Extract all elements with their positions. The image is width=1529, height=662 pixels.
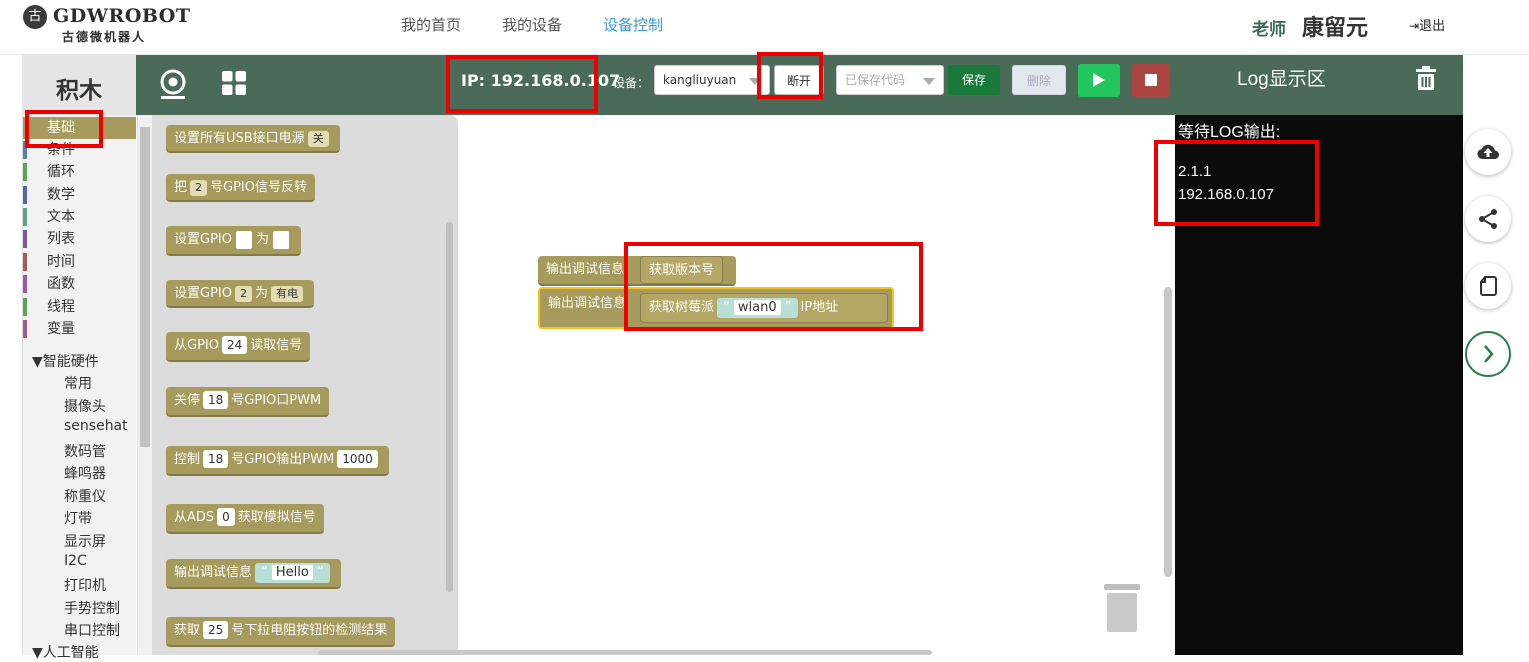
logout-link[interactable]: ⇥退出 bbox=[1409, 15, 1445, 34]
logo-icon: 古 bbox=[23, 5, 47, 29]
block-read-gpio[interactable]: 从GPIO 24 读取信号 bbox=[166, 332, 311, 362]
chevron-right-icon bbox=[1484, 345, 1494, 363]
annotation-box bbox=[446, 55, 598, 113]
workspace-hscrollbar[interactable] bbox=[318, 650, 932, 655]
device-select-value: kangliuyuan bbox=[663, 73, 737, 87]
logo-name: GDWROBOT bbox=[53, 5, 191, 27]
subcategory-item[interactable]: I2C bbox=[64, 553, 87, 569]
subcategory-item[interactable]: 灯带 bbox=[64, 508, 92, 528]
device-label: 设备： bbox=[613, 76, 650, 90]
block-invert-gpio[interactable]: 把 2 号GPIO信号反转 bbox=[166, 174, 315, 202]
log-title: Log显示区 bbox=[1237, 69, 1326, 90]
subcategory-item[interactable]: 显示屏 bbox=[64, 531, 106, 551]
category-color-bar bbox=[23, 230, 27, 248]
run-button[interactable] bbox=[1078, 64, 1120, 97]
nav-devices[interactable]: 我的设备 bbox=[502, 14, 562, 35]
delete-button[interactable]: 删除 bbox=[1012, 65, 1066, 95]
category-function[interactable]: 函数 bbox=[23, 273, 136, 295]
category-color-bar bbox=[23, 208, 27, 226]
block-set-gpio-state[interactable]: 设置GPIO 2 为有电 bbox=[166, 280, 314, 308]
subcategory-item[interactable]: 摄像头 bbox=[64, 396, 106, 416]
block-control-pwm[interactable]: 控制 18 号GPIO输出PWM 1000 bbox=[166, 446, 389, 476]
saved-code-select[interactable]: 已保存代码 bbox=[836, 65, 944, 95]
category-time[interactable]: 时间 bbox=[23, 251, 136, 273]
category-text[interactable]: 文本 bbox=[23, 206, 136, 228]
annotation-box bbox=[1154, 140, 1319, 226]
logout-icon: ⇥ bbox=[1409, 19, 1420, 33]
stop-icon bbox=[1145, 74, 1157, 86]
save-button[interactable]: 保存 bbox=[948, 65, 1000, 95]
share-icon bbox=[1479, 209, 1497, 229]
palette-scrollbar[interactable] bbox=[446, 222, 453, 592]
category-thread[interactable]: 线程 bbox=[23, 296, 136, 318]
sidebar-scrollbar[interactable] bbox=[137, 115, 152, 655]
stop-button[interactable] bbox=[1132, 64, 1170, 97]
subcategory-item[interactable]: 蜂鸣器 bbox=[64, 463, 106, 483]
nav-device-control[interactable]: 设备控制 bbox=[603, 14, 663, 35]
category-math[interactable]: 数学 bbox=[23, 184, 136, 206]
next-button[interactable] bbox=[1465, 331, 1511, 377]
subcategory-item[interactable]: 数码管 bbox=[64, 441, 106, 461]
cloud-upload-icon bbox=[1477, 144, 1499, 160]
nav-home[interactable]: 我的首页 bbox=[401, 14, 461, 35]
block-read-button[interactable]: 获取 25 号下拉电阻按钮的检测结果 bbox=[166, 617, 396, 647]
category-loop[interactable]: 循环 bbox=[23, 161, 136, 183]
clear-log-trash-icon[interactable] bbox=[1416, 66, 1436, 94]
saved-code-placeholder: 已保存代码 bbox=[845, 73, 906, 87]
annotation-box bbox=[757, 52, 823, 99]
camera-icon[interactable] bbox=[158, 69, 188, 105]
user-name: 康留元 bbox=[1302, 16, 1369, 41]
tree-smart-hardware[interactable]: ▼智能硬件 bbox=[32, 351, 99, 371]
copy-button[interactable] bbox=[1465, 263, 1511, 309]
subcategory-item[interactable]: 串口控制 bbox=[64, 620, 120, 640]
block-read-ads[interactable]: 从ADS 0 获取模拟信号 bbox=[166, 504, 324, 534]
workspace-canvas[interactable] bbox=[458, 115, 1175, 655]
copy-icon bbox=[1480, 276, 1497, 296]
category-color-bar bbox=[23, 275, 27, 293]
annotation-box bbox=[25, 110, 103, 148]
input-slot[interactable] bbox=[235, 230, 252, 249]
block-stop-pwm[interactable]: 关停 18 号GPIO口PWM bbox=[166, 387, 330, 417]
category-color-bar bbox=[23, 163, 27, 181]
category-color-bar bbox=[23, 298, 27, 316]
category-variable[interactable]: 变量 bbox=[23, 318, 136, 340]
subcategory-item[interactable]: 打印机 bbox=[64, 575, 106, 595]
subcategory-item[interactable]: sensehat bbox=[64, 418, 128, 434]
block-set-usb-power[interactable]: 设置所有USB接口电源关 bbox=[166, 125, 340, 153]
annotation-box bbox=[624, 242, 923, 331]
category-color-bar bbox=[23, 186, 27, 204]
input-slot[interactable] bbox=[273, 230, 289, 249]
apps-grid-icon[interactable] bbox=[222, 71, 246, 99]
workspace-trash-icon[interactable] bbox=[1104, 584, 1140, 632]
user-role: 老师 bbox=[1252, 20, 1286, 40]
share-button[interactable] bbox=[1465, 196, 1511, 242]
device-select[interactable]: kangliuyuan bbox=[654, 65, 770, 95]
category-list[interactable]: 列表 bbox=[23, 228, 136, 250]
top-navbar: 古 GDWROBOT 古德微机器人 我的首页 我的设备 设备控制 老师 康留元 … bbox=[0, 0, 1529, 55]
subcategory-item[interactable]: 常用 bbox=[64, 373, 92, 393]
trash-can bbox=[1107, 593, 1137, 632]
play-icon bbox=[1093, 73, 1105, 87]
category-color-bar bbox=[23, 320, 27, 338]
logout-label: 退出 bbox=[1419, 19, 1446, 34]
cloud-upload-button[interactable] bbox=[1465, 129, 1511, 175]
scrollbar-thumb[interactable] bbox=[140, 127, 150, 447]
logo-subtitle: 古德微机器人 bbox=[62, 30, 147, 44]
tree-ai[interactable]: ▼人工智能 bbox=[32, 642, 99, 662]
block-set-gpio[interactable]: 设置GPIO 为 bbox=[166, 226, 301, 256]
subcategory-item[interactable]: 手势控制 bbox=[64, 598, 120, 618]
block-debug-output[interactable]: 输出调试信息 “ Hello ” bbox=[166, 559, 341, 589]
chevron-down-icon bbox=[923, 78, 935, 85]
workspace-vscrollbar[interactable] bbox=[1164, 287, 1172, 577]
log-waiting: 等待LOG输出: bbox=[1178, 124, 1281, 141]
sidebar-title: 积木 bbox=[22, 55, 136, 115]
subcategory-item[interactable]: 称重仪 bbox=[64, 486, 106, 506]
category-color-bar bbox=[23, 253, 27, 271]
trash-lid bbox=[1104, 584, 1140, 590]
